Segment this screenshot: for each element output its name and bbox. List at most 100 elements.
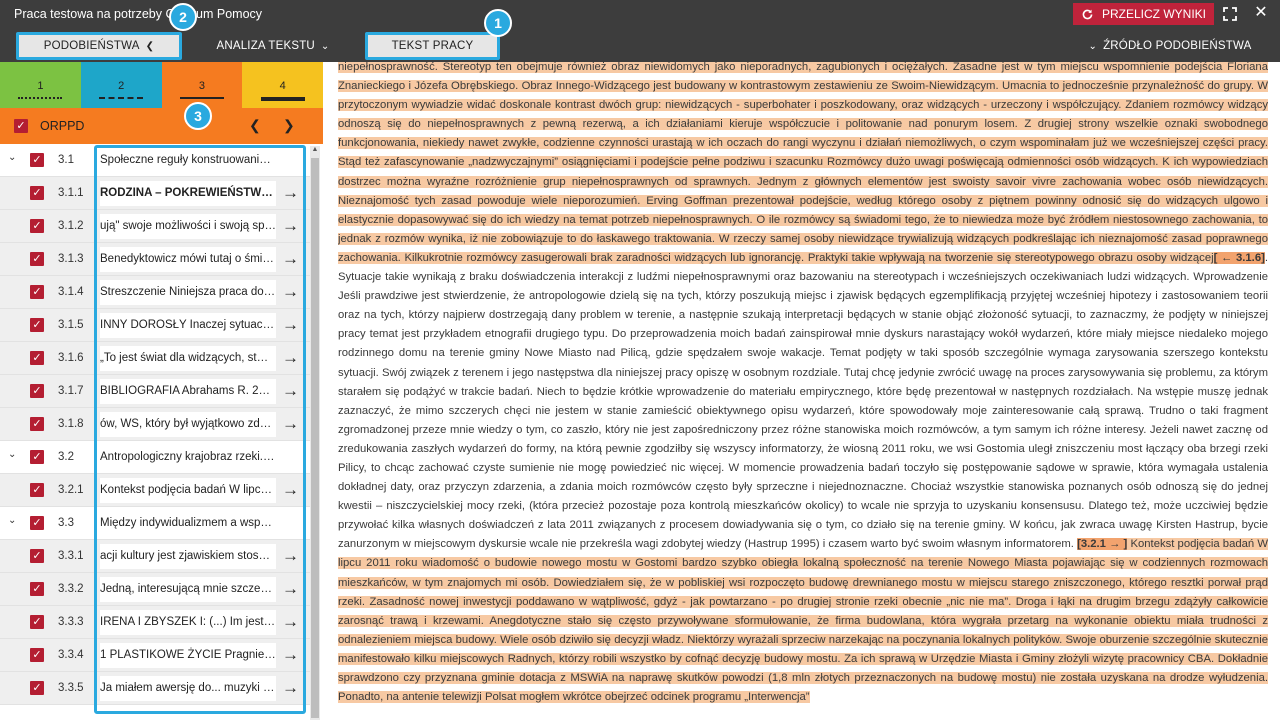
level-tab-3[interactable]: 3 [161,62,243,108]
tab-analysis-label: ANALIZA TEKSTU [216,40,315,52]
app-title: Praca testowa na potrzeby Centrum Pomocy [14,7,263,21]
row-checkbox[interactable]: ✓ [30,450,44,464]
close-icon[interactable]: ✕ [1252,4,1270,22]
row-text[interactable]: „To jest świat dla widzących, stwa... [100,346,276,371]
arrow-right-icon[interactable]: → [282,183,299,203]
chevron-left-icon[interactable]: ❮ [249,117,261,134]
list-item[interactable]: ✓ 3.1.2 ują" swoje możliwości i swoją spr.… [0,210,310,243]
arrow-right-icon[interactable]: → [282,414,299,434]
arrow-right-icon[interactable]: → [282,645,299,665]
row-text[interactable]: Społeczne reguły konstruowania spr [100,154,276,166]
row-number: 3.1 [58,154,74,166]
list-item[interactable]: ✓ 3.1.5 INNY DOROSŁY Inaczej sytuacja... → [0,309,310,342]
row-text[interactable]: Benedyktowicz mówi tutaj o śmie... [100,247,276,272]
row-checkbox[interactable]: ✓ [30,351,44,365]
row-text[interactable]: Kontekst podjęcia badań W lipcu... [100,478,276,503]
similarity-reference-link[interactable]: [3.2.1 → ] [1077,538,1128,551]
row-checkbox[interactable]: ✓ [30,417,44,431]
arrow-right-icon[interactable]: → [282,315,299,335]
recalc-results-button[interactable]: PRZELICZ WYNIKI [1073,3,1214,25]
row-checkbox[interactable]: ✓ [30,483,44,497]
row-checkbox[interactable]: ✓ [30,615,44,629]
fullscreen-icon[interactable] [1222,6,1238,22]
list-item[interactable]: ⌄ ✓ 3.2 Antropologiczny krajobraz rzeki. Ko… [0,441,310,474]
row-checkbox[interactable]: ✓ [30,219,44,233]
arrow-right-icon[interactable]: → [282,216,299,236]
arrow-right-icon[interactable]: → [282,579,299,599]
row-text[interactable]: Antropologiczny krajobraz rzeki. Kont [100,451,276,463]
row-text[interactable]: 1 PLASTIKOWE ŻYCIE Pragnieni... [100,643,276,668]
list-item[interactable]: ✓ 3.1.8 ów, WS, który był wyjątkowo zdol..… [0,408,310,441]
list-item[interactable]: ✓ 3.1.4 Streszczenie Niniejsza praca dot..… [0,276,310,309]
row-text[interactable]: BIBLIOGRAFIA Abrahams R. 201... [100,379,276,404]
list-item[interactable]: ✓ 3.3.2 Jedną, interesującą mnie szczeg...… [0,573,310,606]
highlighted-passage[interactable]: Kontekst podjęcia badań W lipcu 2011 rok… [338,538,1268,704]
row-text[interactable]: acji kultury jest zjawiskiem stosun... [100,544,276,569]
list-item[interactable]: ✓ 3.1.7 BIBLIOGRAFIA Abrahams R. 201... → [0,375,310,408]
chevron-left-icon: ❮ [145,40,155,52]
refresh-icon [1082,9,1093,19]
row-text[interactable]: IRENA I ZBYSZEK I: (...) Im jeste... [100,610,276,635]
arrow-right-icon[interactable]: → [282,546,299,566]
row-checkbox[interactable]: ✓ [30,681,44,695]
row-text[interactable]: ów, WS, który był wyjątkowo zdol... [100,412,276,437]
list-item[interactable]: ⌄ ✓ 3.1 Społeczne reguły konstruowania spr [0,144,310,177]
row-text[interactable]: Ja miałem awersję do... muzyki lu... [100,676,276,701]
similarity-reference-link[interactable]: [ ← 3.1.6] [1213,251,1265,264]
highlighted-passage[interactable]: niepełnosprawność. Stereotyp ten obejmuj… [338,62,1268,264]
scrollbar-thumb[interactable] [311,158,319,718]
arrow-right-icon[interactable]: → [282,480,299,500]
row-checkbox[interactable]: ✓ [30,285,44,299]
select-all-checkbox[interactable]: ✓ [14,119,28,133]
list-item[interactable]: ✓ 3.3.4 1 PLASTIKOWE ŻYCIE Pragnieni... → [0,639,310,672]
arrow-right-icon[interactable]: → [282,348,299,368]
level-tab-1[interactable]: 1 [0,62,81,108]
list-item[interactable]: ✓ 3.3.5 Ja miałem awersję do... muzyki lu.… [0,672,310,705]
tab-similarity-source[interactable]: ⌄ ŹRÓDŁO PODOBIEŃSTWA [1082,32,1258,60]
row-checkbox[interactable]: ✓ [30,549,44,563]
list-item[interactable]: ✓ 3.2.1 Kontekst podjęcia badań W lipcu...… [0,474,310,507]
row-checkbox[interactable]: ✓ [30,252,44,266]
level-label: 1 [37,80,44,92]
arrow-right-icon[interactable]: → [282,381,299,401]
arrow-right-icon[interactable]: → [282,612,299,632]
row-number: 3.1.8 [58,418,84,430]
row-checkbox[interactable]: ✓ [30,384,44,398]
level-tab-4[interactable]: 4 [242,62,323,108]
chevron-right-icon[interactable]: ❯ [283,117,295,134]
row-text[interactable]: ują" swoje możliwości i swoją spr... [100,214,276,239]
row-text[interactable]: Streszczenie Niniejsza praca dot... [100,280,276,305]
tab-text-analysis[interactable]: ANALIZA TEKSTU ⌄ [210,32,336,60]
arrow-right-icon[interactable]: → [282,282,299,302]
level-tab-2[interactable]: 2 [80,62,162,108]
row-text[interactable]: Między indywidualizmem a wspólnotą... [100,517,276,529]
row-text[interactable]: INNY DOROSŁY Inaczej sytuacja... [100,313,276,338]
scroll-up-icon[interactable]: ▲ [310,146,320,156]
level-label: 2 [118,80,125,92]
tab-similarities[interactable]: PODOBIEŃSTWA ❮ [16,32,182,60]
list-item[interactable]: ✓ 3.1.6 „To jest świat dla widzących, stwa… [0,342,310,375]
arrow-right-icon[interactable]: → [282,249,299,269]
row-checkbox[interactable]: ✓ [30,318,44,332]
list-item[interactable]: ✓ 3.1.3 Benedyktowicz mówi tutaj o śmie...… [0,243,310,276]
row-checkbox[interactable]: ✓ [30,516,44,530]
row-text[interactable]: RODZINA – POKREWIEŃSTWO ... [100,181,276,206]
row-text[interactable]: Jedną, interesującą mnie szczeg... [100,577,276,602]
level-line-style [18,97,63,99]
row-checkbox[interactable]: ✓ [30,153,44,167]
arrow-right-icon[interactable]: → [282,678,299,698]
expand-toggle-icon[interactable]: ⌄ [8,449,16,460]
row-checkbox[interactable]: ✓ [30,582,44,596]
row-checkbox[interactable]: ✓ [30,648,44,662]
list-item[interactable]: ✓ 3.3.1 acji kultury jest zjawiskiem stosu… [0,540,310,573]
tab-work-text[interactable]: TEKST PRACY [365,32,500,60]
list-item[interactable]: ✓ 3.1.1 RODZINA – POKREWIEŃSTWO ... → [0,177,310,210]
row-number: 3.1.5 [58,319,84,331]
list-item[interactable]: ⌄ ✓ 3.3 Między indywidualizmem a wspólnotą.… [0,507,310,540]
list-item[interactable]: ✓ 3.3.3 IRENA I ZBYSZEK I: (...) Im jeste.… [0,606,310,639]
row-checkbox[interactable]: ✓ [30,186,44,200]
expand-toggle-icon[interactable]: ⌄ [8,152,16,163]
expand-toggle-icon[interactable]: ⌄ [8,515,16,526]
callout-badge-3: 3 [184,102,212,130]
callout-badge-2: 2 [169,3,197,31]
